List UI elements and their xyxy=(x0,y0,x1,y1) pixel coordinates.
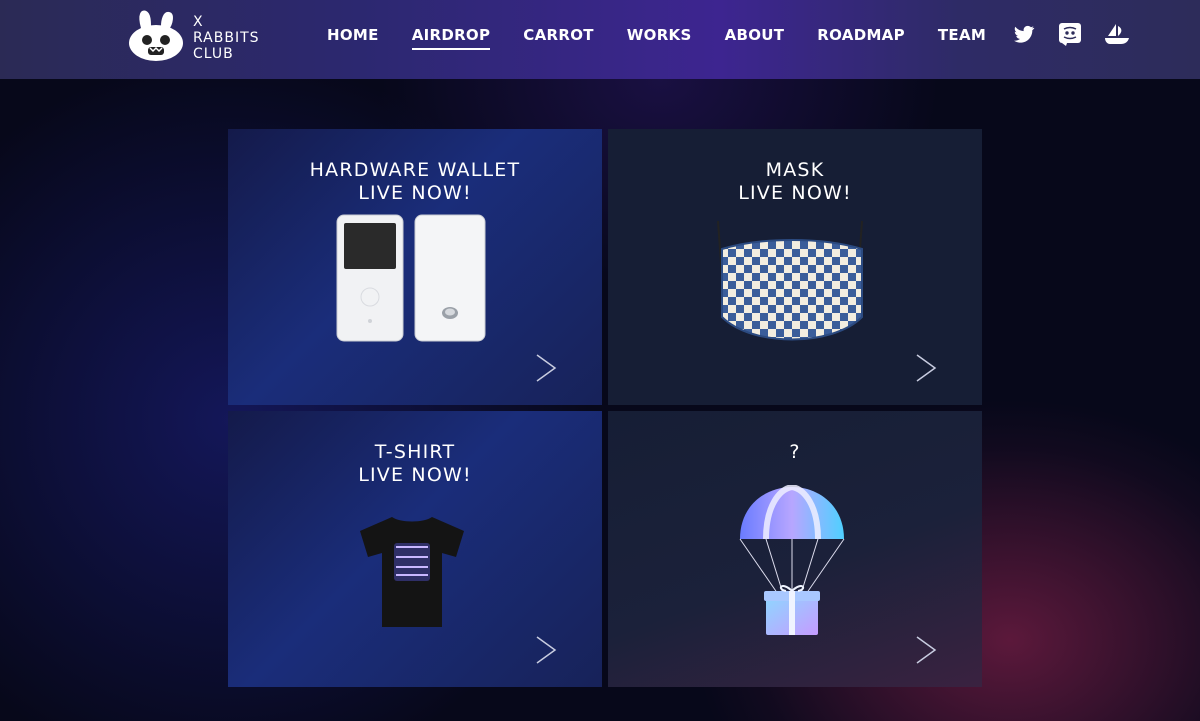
main-nav: HOME AIRDROP CARROT WORKS ABOUT ROADMAP … xyxy=(327,26,1019,50)
card-hardware-wallet[interactable]: HARDWARE WALLET LIVE NOW! xyxy=(228,129,602,405)
twitter-icon[interactable] xyxy=(1012,22,1036,46)
hardware-wallet-image xyxy=(336,214,486,342)
airdrop-grid: HARDWARE WALLET LIVE NOW! MASK LIVE NOW! xyxy=(228,129,982,687)
card-title: T-SHIRT LIVE NOW! xyxy=(228,441,602,487)
card-title-line: ? xyxy=(789,441,801,463)
chevron-right-icon[interactable] xyxy=(915,635,937,665)
card-title: HARDWARE WALLET LIVE NOW! xyxy=(228,159,602,205)
card-title-line: T-SHIRT xyxy=(374,441,456,463)
nav-home[interactable]: HOME xyxy=(327,26,379,50)
card-status: LIVE NOW! xyxy=(358,464,472,486)
card-status: LIVE NOW! xyxy=(738,182,852,204)
brand-name: X RABBITS CLUB xyxy=(193,14,260,62)
opensea-icon[interactable] xyxy=(1104,22,1129,46)
nav-works[interactable]: WORKS xyxy=(627,26,692,50)
card-mask[interactable]: MASK LIVE NOW! xyxy=(608,129,982,405)
mask-image xyxy=(717,220,863,341)
chevron-right-icon[interactable] xyxy=(535,635,557,665)
nav-carrot[interactable]: CARROT xyxy=(523,26,594,50)
social-links xyxy=(1012,22,1129,46)
card-status: LIVE NOW! xyxy=(358,182,472,204)
brand-line: X xyxy=(193,14,204,30)
card-title-line: HARDWARE WALLET xyxy=(309,159,521,181)
parachute-gift-image xyxy=(739,485,845,635)
card-title: MASK LIVE NOW! xyxy=(608,159,982,205)
card-title-line: MASK xyxy=(765,159,825,181)
nav-airdrop[interactable]: AIRDROP xyxy=(411,26,491,50)
chevron-right-icon[interactable] xyxy=(915,353,937,383)
rabbit-logo[interactable] xyxy=(128,10,184,62)
t-shirt-image xyxy=(360,517,464,627)
discord-icon[interactable] xyxy=(1058,22,1082,46)
brand-line: CLUB xyxy=(193,46,234,62)
chevron-right-icon[interactable] xyxy=(535,353,557,383)
nav-about[interactable]: ABOUT xyxy=(725,26,785,50)
card-mystery[interactable]: ? xyxy=(608,411,982,687)
card-title: ? xyxy=(608,441,982,464)
card-t-shirt[interactable]: T-SHIRT LIVE NOW! xyxy=(228,411,602,687)
nav-roadmap[interactable]: ROADMAP xyxy=(817,26,905,50)
header-bar: X RABBITS CLUB HOME AIRDROP CARROT WORKS… xyxy=(0,0,1200,79)
brand-line: RABBITS xyxy=(193,30,260,46)
nav-team[interactable]: TEAM xyxy=(938,26,986,50)
